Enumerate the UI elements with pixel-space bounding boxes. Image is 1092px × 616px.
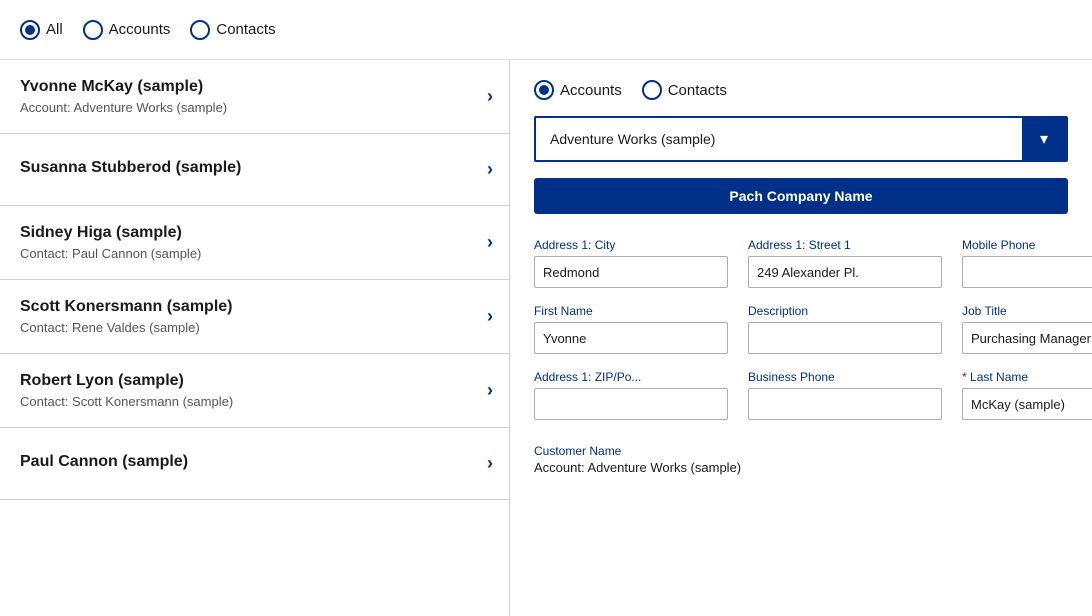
contact-item[interactable]: Sidney Higa (sample) Contact: Paul Cannon…: [0, 206, 509, 280]
field-jobtitle: Job Title: [962, 304, 1092, 354]
top-bar: All Accounts Contacts: [0, 0, 1092, 60]
right-radio-accounts[interactable]: Accounts: [534, 80, 622, 100]
chevron-right-icon: ›: [487, 453, 493, 474]
chevron-right-icon: ›: [487, 159, 493, 180]
field-description: Description: [748, 304, 942, 354]
chevron-right-icon: ›: [487, 86, 493, 107]
field-label-jobtitle: Job Title: [962, 304, 1092, 318]
dropdown-chevron-icon[interactable]: ▾: [1022, 118, 1066, 160]
field-label-firstname: First Name: [534, 304, 728, 318]
right-panel: Accounts Contacts Adventure Works (sampl…: [510, 60, 1092, 616]
customer-name-section: Customer Name Account: Adventure Works (s…: [534, 444, 1092, 475]
field-input-bizphone[interactable]: [748, 388, 942, 420]
radio-contacts-circle: [190, 20, 210, 40]
field-input-zip[interactable]: [534, 388, 728, 420]
field-input-firstname[interactable]: [534, 322, 728, 354]
account-dropdown[interactable]: Adventure Works (sample) ▾: [534, 116, 1068, 162]
contact-info: Robert Lyon (sample) Contact: Scott Koner…: [20, 372, 479, 409]
field-mobile: Mobile Phone: [962, 238, 1092, 288]
field-firstname: First Name: [534, 304, 728, 354]
contact-item[interactable]: Scott Konersmann (sample) Contact: Rene V…: [0, 280, 509, 354]
contact-item[interactable]: Susanna Stubberod (sample) ›: [0, 134, 509, 206]
right-radio-contacts-label: Contacts: [668, 82, 727, 99]
right-radio-contacts[interactable]: Contacts: [642, 80, 727, 100]
field-label-city: Address 1: City: [534, 238, 728, 252]
app-container: All Accounts Contacts Yvonne McKay (samp…: [0, 0, 1092, 616]
customer-name-value: Account: Adventure Works (sample): [534, 460, 1092, 475]
top-radio-group: All Accounts Contacts: [20, 20, 276, 40]
field-label-bizphone: Business Phone: [748, 370, 942, 384]
field-lastname: Last Name: [962, 370, 1092, 420]
contact-info: Scott Konersmann (sample) Contact: Rene V…: [20, 298, 479, 335]
radio-contacts-label: Contacts: [216, 21, 275, 38]
dropdown-value: Adventure Works (sample): [536, 121, 1022, 157]
contact-sub: Contact: Scott Konersmann (sample): [20, 394, 479, 409]
contact-item[interactable]: Yvonne McKay (sample) Account: Adventure …: [0, 60, 509, 134]
customer-name-label: Customer Name: [534, 444, 1092, 458]
patch-company-button[interactable]: Pach Company Name: [534, 178, 1068, 214]
right-radio-group: Accounts Contacts: [534, 80, 1068, 100]
contact-name: Susanna Stubberod (sample): [20, 159, 479, 177]
radio-all-circle: [20, 20, 40, 40]
right-radio-accounts-label: Accounts: [560, 82, 622, 99]
field-label-street: Address 1: Street 1: [748, 238, 942, 252]
field-input-city[interactable]: [534, 256, 728, 288]
field-street: Address 1: Street 1: [748, 238, 942, 288]
contact-info: Yvonne McKay (sample) Account: Adventure …: [20, 78, 479, 115]
contact-name: Yvonne McKay (sample): [20, 78, 479, 96]
field-city: Address 1: City: [534, 238, 728, 288]
form-grid: Address 1: CityAddress 1: Street 1Mobile…: [534, 238, 1068, 475]
main-content: Yvonne McKay (sample) Account: Adventure …: [0, 60, 1092, 616]
chevron-right-icon: ›: [487, 232, 493, 253]
contact-sub: Account: Adventure Works (sample): [20, 100, 479, 115]
field-input-description[interactable]: [748, 322, 942, 354]
contact-sub: Contact: Rene Valdes (sample): [20, 320, 479, 335]
field-bizphone: Business Phone: [748, 370, 942, 420]
contact-name: Sidney Higa (sample): [20, 224, 479, 242]
contact-name: Robert Lyon (sample): [20, 372, 479, 390]
contact-sub: Contact: Paul Cannon (sample): [20, 246, 479, 261]
radio-accounts-label: Accounts: [109, 21, 171, 38]
left-panel: Yvonne McKay (sample) Account: Adventure …: [0, 60, 510, 616]
radio-accounts[interactable]: Accounts: [83, 20, 171, 40]
account-dropdown-wrapper: Adventure Works (sample) ▾: [534, 116, 1068, 162]
field-input-mobile[interactable]: [962, 256, 1092, 288]
field-label-description: Description: [748, 304, 942, 318]
field-label-lastname: Last Name: [962, 370, 1092, 384]
right-radio-contacts-circle: [642, 80, 662, 100]
contact-info: Susanna Stubberod (sample): [20, 159, 479, 181]
field-zip: Address 1: ZIP/Po...: [534, 370, 728, 420]
field-input-lastname[interactable]: [962, 388, 1092, 420]
radio-contacts[interactable]: Contacts: [190, 20, 275, 40]
right-radio-accounts-circle: [534, 80, 554, 100]
contact-item[interactable]: Paul Cannon (sample) ›: [0, 428, 509, 500]
field-input-jobtitle[interactable]: [962, 322, 1092, 354]
chevron-right-icon: ›: [487, 380, 493, 401]
field-label-mobile: Mobile Phone: [962, 238, 1092, 252]
chevron-right-icon: ›: [487, 306, 493, 327]
radio-all-label: All: [46, 21, 63, 38]
contact-info: Sidney Higa (sample) Contact: Paul Cannon…: [20, 224, 479, 261]
radio-all[interactable]: All: [20, 20, 63, 40]
radio-accounts-circle: [83, 20, 103, 40]
contact-name: Paul Cannon (sample): [20, 453, 479, 471]
field-input-street[interactable]: [748, 256, 942, 288]
contact-info: Paul Cannon (sample): [20, 453, 479, 475]
field-label-zip: Address 1: ZIP/Po...: [534, 370, 728, 384]
contact-name: Scott Konersmann (sample): [20, 298, 479, 316]
contact-item[interactable]: Robert Lyon (sample) Contact: Scott Koner…: [0, 354, 509, 428]
